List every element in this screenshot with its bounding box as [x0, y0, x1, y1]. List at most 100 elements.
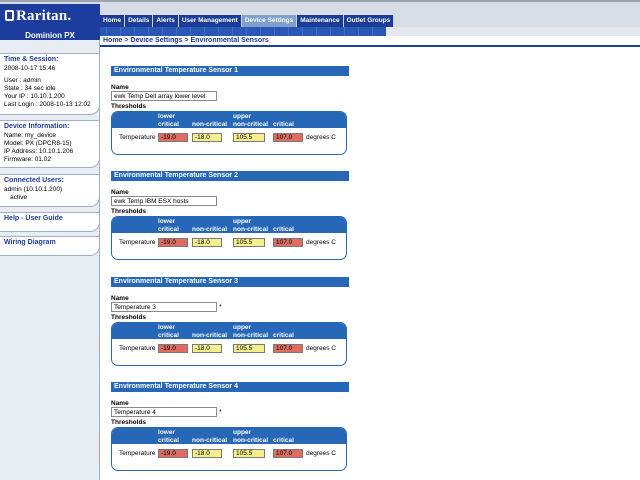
upper-noncritical-input[interactable] — [233, 449, 265, 458]
device-firmware: Firmware: 01.02 — [4, 156, 51, 163]
upper-noncritical-header: non-critical — [233, 226, 269, 233]
lower-noncritical-input[interactable] — [192, 449, 222, 458]
connected-users-panel: Connected Users: admin (10.10.1.200) act… — [0, 174, 100, 207]
lower-noncritical-header: non-critical — [192, 437, 228, 444]
sensor-section: Environmental Temperature Sensor 3 Name … — [111, 277, 351, 366]
raritan-logo: Raritan. — [5, 8, 71, 25]
lower-critical-input[interactable] — [158, 344, 188, 353]
sensor-name-input[interactable] — [111, 407, 217, 417]
thresholds-label: Thresholds — [111, 314, 147, 321]
sensor-name-input[interactable] — [111, 302, 217, 312]
upper-critical-input[interactable] — [273, 133, 303, 142]
sensor-section: Environmental Temperature Sensor 1 Name … — [111, 66, 351, 155]
upper-noncritical-input[interactable] — [233, 238, 265, 247]
thresholds-panel: lower upper critical non-critical non-cr… — [111, 216, 347, 260]
sensor-name-input[interactable] — [111, 196, 217, 206]
sensor-section: Environmental Temperature Sensor 2 Name … — [111, 171, 351, 260]
lower-critical-header: critical — [158, 437, 179, 444]
upper-header: upper — [233, 218, 252, 225]
upper-critical-header: critical — [273, 332, 294, 339]
lower-critical-header: critical — [158, 121, 179, 128]
time-session-panel: Time & Session: 2008-10-17 15:46 User : … — [0, 53, 100, 115]
upper-noncritical-input[interactable] — [233, 133, 265, 142]
name-label: Name — [111, 189, 129, 196]
wiring-diagram-link[interactable]: Wiring Diagram — [4, 239, 95, 246]
sensor-name-input[interactable] — [111, 91, 217, 101]
temperature-row-label: Temperature — [119, 450, 156, 457]
upper-noncritical-input[interactable] — [233, 344, 265, 353]
session-last-login: Last Login : 2008-10-13 12:02 — [4, 101, 91, 108]
lower-critical-input[interactable] — [158, 238, 188, 247]
lower-noncritical-header: non-critical — [192, 226, 228, 233]
tab-user-management[interactable]: User Management — [178, 15, 242, 27]
thresholds-header: lower upper critical non-critical non-cr… — [112, 323, 346, 339]
device-info-title: Device Information: — [4, 123, 70, 130]
upper-critical-input[interactable] — [273, 238, 303, 247]
help-user-guide-link[interactable]: Help - User Guide — [4, 215, 95, 222]
logo-text: Raritan. — [16, 8, 72, 24]
connected-user: admin (10.10.1.200) — [4, 186, 63, 193]
lower-critical-input[interactable] — [158, 133, 188, 142]
thresholds-panel: lower upper critical non-critical non-cr… — [111, 111, 347, 155]
temperature-row-label: Temperature — [119, 345, 156, 352]
wiring-panel: Wiring Diagram — [0, 236, 100, 256]
session-ip: Your IP : 10.10.1.200 — [4, 93, 65, 100]
lower-header: lower — [158, 113, 175, 120]
upper-critical-header: critical — [273, 226, 294, 233]
upper-critical-input[interactable] — [273, 344, 303, 353]
lower-critical-header: critical — [158, 226, 179, 233]
lower-noncritical-input[interactable] — [192, 238, 222, 247]
lower-noncritical-input[interactable] — [192, 344, 222, 353]
session-state: State : 34 sec idle — [4, 85, 56, 92]
lower-noncritical-header: non-critical — [192, 332, 228, 339]
lower-header: lower — [158, 429, 175, 436]
sensor-title: Environmental Temperature Sensor 3 — [111, 277, 349, 287]
lower-header: lower — [158, 324, 175, 331]
upper-header: upper — [233, 429, 252, 436]
time-session-title: Time & Session: — [4, 56, 59, 63]
product-name: Dominion PX — [25, 31, 75, 40]
lower-noncritical-header: non-critical — [192, 121, 228, 128]
upper-noncritical-header: non-critical — [233, 121, 269, 128]
sensor-title: Environmental Temperature Sensor 4 — [111, 382, 349, 392]
tab-device-settings[interactable]: Device Settings — [241, 15, 298, 27]
upper-critical-input[interactable] — [273, 449, 303, 458]
upper-noncritical-header: non-critical — [233, 437, 269, 444]
breadcrumb[interactable]: Home > Device Settings > Environmental S… — [100, 36, 640, 47]
units-label: degrees C — [306, 239, 336, 246]
thresholds-header: lower upper critical non-critical non-cr… — [112, 428, 346, 444]
units-label: degrees C — [306, 345, 336, 352]
tab-outlet-groups[interactable]: Outlet Groups — [343, 15, 395, 27]
tab-maintenance[interactable]: Maintenance — [297, 15, 344, 27]
lower-critical-header: critical — [158, 332, 179, 339]
main-content: Environmental Temperature Sensor 1 Name … — [101, 49, 640, 480]
tab-details[interactable]: Details — [125, 15, 154, 27]
sensor-title: Environmental Temperature Sensor 2 — [111, 171, 349, 181]
temperature-row-label: Temperature — [119, 239, 156, 246]
main-nav-tabs: Home Details Alerts User Management Devi… — [100, 15, 395, 27]
thresholds-panel: lower upper critical non-critical non-cr… — [111, 427, 347, 471]
upper-critical-header: critical — [273, 121, 294, 128]
upper-critical-header: critical — [273, 437, 294, 444]
session-datetime: 2008-10-17 15:46 — [4, 65, 56, 72]
tab-home[interactable]: Home — [100, 15, 126, 27]
help-panel: Help - User Guide — [0, 212, 100, 232]
thresholds-label: Thresholds — [111, 208, 147, 215]
connected-user-status: active — [10, 194, 27, 201]
top-header: Raritan. Dominion PX Home Details Alerts… — [0, 0, 640, 42]
lower-critical-input[interactable] — [158, 449, 188, 458]
thresholds-label: Thresholds — [111, 419, 147, 426]
lower-noncritical-input[interactable] — [192, 133, 222, 142]
upper-header: upper — [233, 113, 252, 120]
brand-box: Raritan. Dominion PX — [0, 4, 100, 42]
raritan-logo-icon — [5, 10, 14, 21]
session-user: User : admin — [4, 77, 41, 84]
lower-header: lower — [158, 218, 175, 225]
thresholds-label: Thresholds — [111, 103, 147, 110]
tab-alerts[interactable]: Alerts — [153, 15, 179, 27]
temperature-row-label: Temperature — [119, 134, 156, 141]
sensor-title: Environmental Temperature Sensor 1 — [111, 66, 349, 76]
name-label: Name — [111, 84, 129, 91]
sensor-section: Environmental Temperature Sensor 4 Name … — [111, 382, 351, 471]
required-marker: * — [219, 408, 222, 416]
